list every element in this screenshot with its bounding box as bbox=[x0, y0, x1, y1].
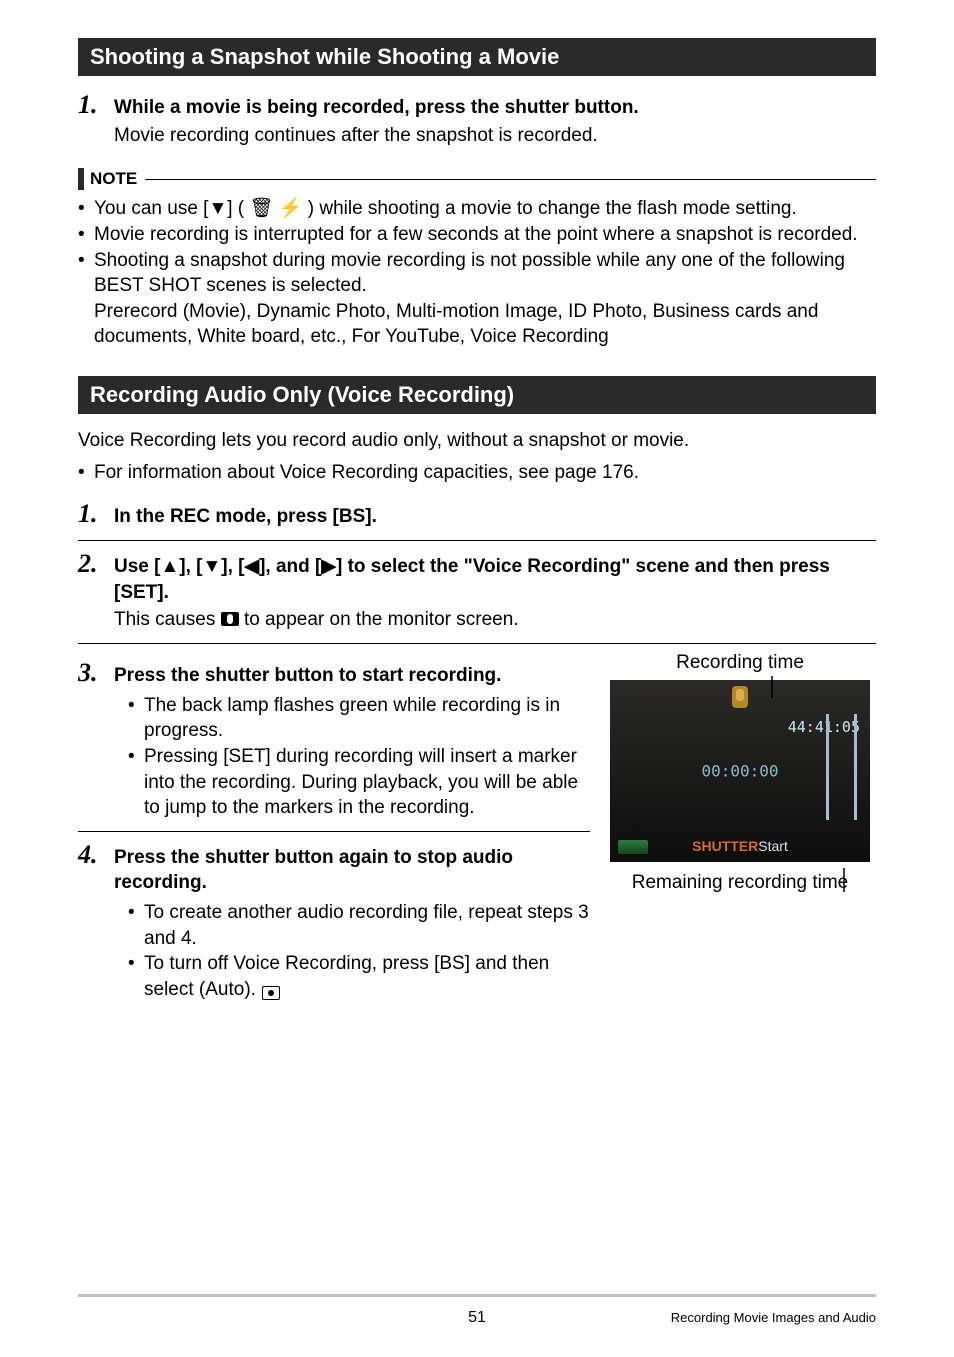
shutter-word: SHUTTER bbox=[692, 838, 758, 854]
footer-section-name: Recording Movie Images and Audio bbox=[671, 1310, 876, 1325]
section-header-voice: Recording Audio Only (Voice Recording) bbox=[78, 376, 876, 414]
text-post: to appear on the monitor screen. bbox=[244, 609, 519, 630]
note-item: You can use [▼] ( 🗑 ⚡ ) while shooting a… bbox=[78, 196, 876, 222]
divider bbox=[78, 540, 876, 541]
voice-intro: Voice Recording lets you record audio on… bbox=[78, 428, 876, 454]
step-title: While a movie is being recorded, press t… bbox=[114, 95, 876, 121]
step-a: 1. In the REC mode, press [BS]. bbox=[78, 499, 876, 530]
footer-divider bbox=[78, 1294, 876, 1297]
shutter-start-label: SHUTTERStart bbox=[692, 838, 788, 854]
voice-icon bbox=[732, 686, 748, 708]
step-title: In the REC mode, press [BS]. bbox=[114, 504, 876, 530]
note-stub-icon bbox=[78, 168, 84, 190]
auto-mode-icon bbox=[262, 986, 280, 1000]
level-bar-left bbox=[826, 714, 829, 820]
step-1: 1. While a movie is being recorded, pres… bbox=[78, 90, 876, 148]
step-text: Movie recording continues after the snap… bbox=[114, 123, 876, 149]
section-header-snapshot: Shooting a Snapshot while Shooting a Mov… bbox=[78, 38, 876, 76]
step-bullet: To create another audio recording file, … bbox=[114, 900, 590, 951]
step-title: Press the shutter button again to stop a… bbox=[114, 845, 590, 896]
voice-record-icon bbox=[221, 612, 239, 626]
note-item: Movie recording is interrupted for a few… bbox=[78, 222, 876, 248]
divider bbox=[78, 831, 590, 832]
text-pre: This causes bbox=[114, 609, 221, 630]
note-label: NOTE bbox=[90, 169, 137, 189]
step-b: 2. Use [▲], [▼], [◀], and [▶] to select … bbox=[78, 549, 876, 633]
battery-icon bbox=[618, 840, 648, 854]
remaining-time-value: 44:41:05 bbox=[788, 718, 860, 736]
step-bullet: To turn off Voice Recording, press [BS] … bbox=[114, 951, 590, 1002]
remaining-recording-time-label: Remaining recording time bbox=[604, 872, 876, 894]
step-number: 1. bbox=[78, 90, 114, 120]
recording-time-label: Recording time bbox=[604, 652, 876, 674]
note-block: NOTE You can use [▼] ( 🗑 ⚡ ) while shoot… bbox=[78, 168, 876, 350]
step-title: Press the shutter button to start record… bbox=[114, 663, 590, 689]
step-title: Use [▲], [▼], [◀], and [▶] to select the… bbox=[114, 554, 876, 605]
note-item: Shooting a snapshot during movie recordi… bbox=[78, 248, 876, 299]
start-word: Start bbox=[758, 838, 788, 854]
step-bullet: Pressing [SET] during recording will ins… bbox=[114, 744, 590, 821]
step-number: 1. bbox=[78, 499, 114, 529]
step-c: 3. Press the shutter button to start rec… bbox=[78, 658, 590, 821]
step-text: This causes to appear on the monitor scr… bbox=[114, 607, 876, 633]
note-extra: Prerecord (Movie), Dynamic Photo, Multi-… bbox=[78, 299, 876, 350]
step-d: 4. Press the shutter button again to sto… bbox=[78, 840, 590, 1003]
page-number: 51 bbox=[468, 1309, 486, 1327]
divider bbox=[78, 643, 876, 644]
elapsed-time-value: 00:00:00 bbox=[701, 761, 778, 780]
step-number: 3. bbox=[78, 658, 114, 688]
step-number: 2. bbox=[78, 549, 114, 579]
step-number: 4. bbox=[78, 840, 114, 870]
level-bar-right bbox=[854, 714, 857, 820]
step-bullet: The back lamp flashes green while record… bbox=[114, 693, 590, 744]
camera-lcd-preview: 44:41:05 00:00:00 SHUTTERStart bbox=[610, 680, 870, 862]
voice-intro-bullet: For information about Voice Recording ca… bbox=[78, 460, 876, 486]
note-divider bbox=[145, 179, 876, 180]
